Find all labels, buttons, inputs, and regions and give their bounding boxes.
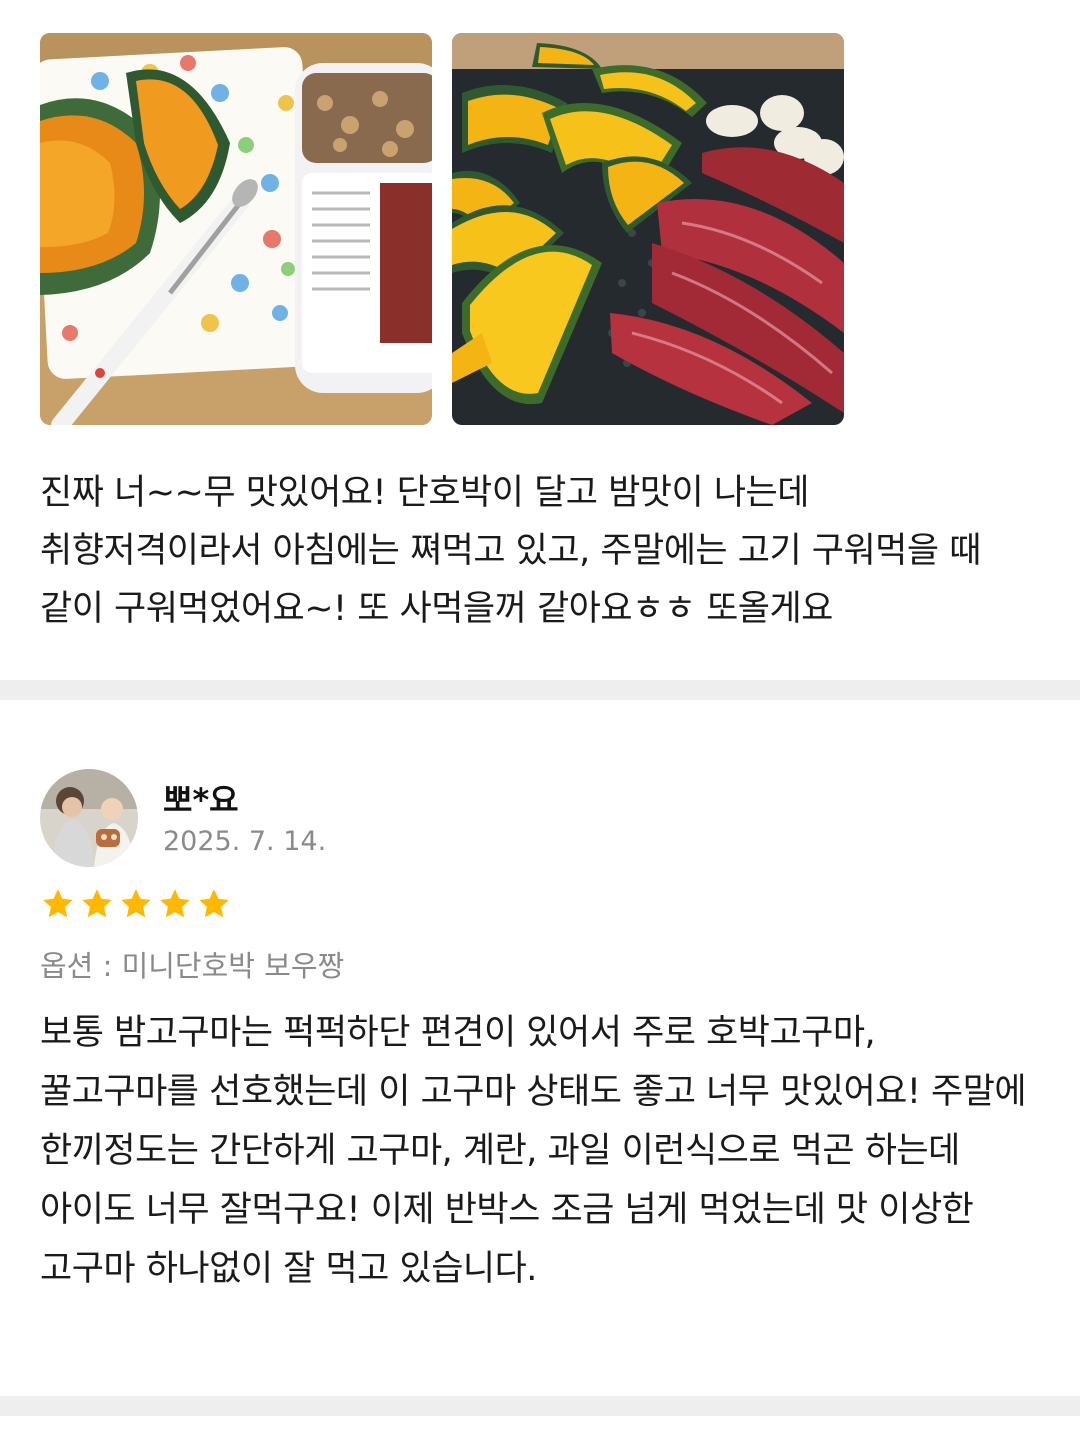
review-date: 2025. 7. 14. [163, 826, 327, 857]
review-1-body: 진짜 너~~무 맛있어요! 단호박이 달고 밤맛이 나는데 취향저격이라서 아침… [40, 473, 981, 629]
purchase-option: 옵션 : 미니단호박 보우짱 [40, 949, 345, 983]
review-divider [0, 1396, 1080, 1416]
avatar-photo [40, 769, 138, 867]
review-2-body: 보통 밤고구마는 퍽퍽하단 편견이 있어서 주로 호박고구마, 꿀고구마를 선호… [40, 1013, 1027, 1289]
star-icon [79, 886, 115, 922]
review-divider [0, 680, 1080, 700]
reviewer-avatar[interactable] [40, 769, 138, 867]
rating-stars [40, 886, 232, 922]
review-photo-row [40, 33, 844, 425]
reviewer-name: 뽀*요 [163, 781, 239, 819]
kabocha-and-cereal-photo [40, 33, 432, 425]
star-icon [196, 886, 232, 922]
review-photo-1[interactable] [40, 33, 432, 425]
review-photo-2[interactable] [452, 33, 844, 425]
star-icon [118, 886, 154, 922]
star-icon [157, 886, 193, 922]
star-icon [40, 886, 76, 922]
grill-pumpkin-beef-photo [452, 33, 844, 425]
